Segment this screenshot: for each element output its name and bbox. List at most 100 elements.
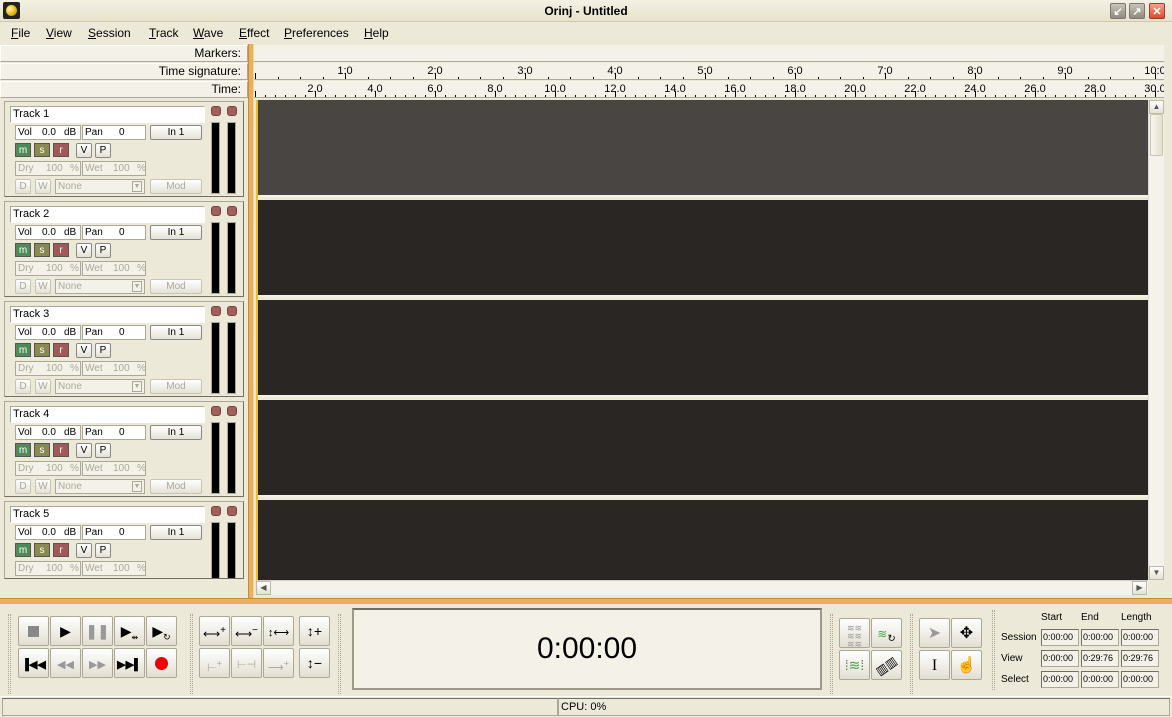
volume-field[interactable]: Vol 0.0 dB — [15, 125, 81, 140]
track-name-input[interactable]: Track 3 — [10, 306, 205, 323]
track-lane[interactable] — [256, 500, 1148, 580]
d-button[interactable]: D — [15, 479, 31, 494]
position-value-field[interactable]: 0:29:76 — [1081, 650, 1119, 667]
pan-field[interactable]: Pan 0 — [82, 325, 146, 340]
solo-button[interactable]: s — [34, 443, 50, 457]
zoom-out-vertical-button[interactable]: ↕− — [299, 648, 330, 678]
input-button[interactable]: In 1 — [150, 125, 202, 140]
track-name-input[interactable]: Track 5 — [10, 506, 205, 523]
effect-select[interactable]: None ▼ — [55, 179, 145, 194]
mod-button[interactable]: Mod — [150, 379, 202, 394]
pan-envelope-button[interactable]: P — [95, 543, 111, 558]
volume-field[interactable]: Vol 0.0 dB — [15, 425, 81, 440]
select-tool-button[interactable]: ➤ — [919, 618, 950, 648]
go-to-start-button[interactable]: ▐◀◀ — [18, 648, 49, 678]
zoom-full-button[interactable]: ↕⟷ — [263, 616, 294, 646]
solo-button[interactable]: s — [34, 143, 50, 157]
time-ruler[interactable]: 2.0 4.0 6.0 8.0 10.0 12.0 14.0 16.0 18.0 20.0 22.0… — [254, 81, 1164, 98]
track-lane[interactable] — [256, 300, 1148, 397]
minimize-button[interactable]: ↙ — [1110, 3, 1126, 19]
menu-track[interactable]: Track — [149, 26, 179, 40]
mute-button[interactable]: m — [15, 143, 31, 157]
d-button[interactable]: D — [15, 279, 31, 294]
solo-button[interactable]: s — [34, 243, 50, 257]
zoom-out-horizontal-button[interactable]: ⟷− — [231, 616, 262, 646]
wet-field[interactable]: Wet 100 % — [82, 461, 146, 476]
dry-field[interactable]: Dry 100 % — [15, 461, 81, 476]
wet-field[interactable]: Wet 100 % — [82, 361, 146, 376]
vertical-scrollbar[interactable]: ▲ ▼ — [1148, 100, 1164, 580]
play-selection-button[interactable]: ▶⇹ — [114, 616, 145, 646]
solo-button[interactable]: s — [34, 543, 50, 557]
maximize-button[interactable]: ↗ — [1129, 3, 1145, 19]
track-name-input[interactable]: Track 4 — [10, 406, 205, 423]
volume-field[interactable]: Vol 0.0 dB — [15, 325, 81, 340]
toolbar-grip[interactable] — [190, 614, 193, 694]
position-value-field[interactable]: 0:00:00 — [1041, 650, 1079, 667]
pan-envelope-button[interactable]: P — [95, 343, 111, 358]
volume-envelope-button[interactable]: V — [76, 243, 92, 258]
w-button[interactable]: W — [35, 379, 51, 394]
horizontal-scrollbar[interactable]: ◀ ▶ — [256, 580, 1148, 595]
zoom-to-selection-button[interactable]: ⊢⊣ — [231, 648, 262, 678]
move-tool-button[interactable]: ✥ — [951, 618, 982, 648]
d-button[interactable]: D — [15, 379, 31, 394]
mod-button[interactable]: Mod — [150, 179, 202, 194]
mute-button[interactable]: m — [15, 243, 31, 257]
input-button[interactable]: In 1 — [150, 425, 202, 440]
position-value-field[interactable]: 0:00:00 — [1121, 629, 1159, 646]
position-value-field[interactable]: 0:00:00 — [1081, 671, 1119, 688]
w-button[interactable]: W — [35, 479, 51, 494]
w-button[interactable]: W — [35, 179, 51, 194]
position-value-field[interactable]: 0:29:76 — [1121, 650, 1159, 667]
pan-field[interactable]: Pan 0 — [82, 425, 146, 440]
volume-envelope-button[interactable]: V — [76, 543, 92, 558]
scroll-right-button[interactable]: ▶ — [1132, 581, 1147, 595]
track-lane[interactable] — [256, 400, 1148, 497]
wet-field[interactable]: Wet 100 % — [82, 161, 146, 176]
position-value-field[interactable]: 0:00:00 — [1081, 629, 1119, 646]
toolbar-grip[interactable] — [338, 614, 341, 694]
menu-preferences[interactable]: Preferences — [284, 26, 349, 40]
close-button[interactable]: ✕ — [1149, 3, 1165, 19]
fast-forward-button[interactable]: ▶▶ — [82, 648, 113, 678]
volume-field[interactable]: Vol 0.0 dB — [15, 525, 81, 540]
stop-button[interactable] — [18, 616, 49, 646]
zoom-in-horizontal-button[interactable]: ⟷+ — [199, 616, 230, 646]
position-value-field[interactable]: 0:00:00 — [1041, 671, 1079, 688]
mod-button[interactable]: Mod — [150, 479, 202, 494]
scroll-left-button[interactable]: ◀ — [256, 581, 271, 595]
vertical-splitter[interactable] — [248, 44, 254, 600]
time-signature-ruler[interactable]: 1:0 2:0 3:0 4:0 5:0 6:0 7:0 8:0 9:0 10:0 — [254, 63, 1164, 80]
zoom-to-start-button[interactable]: ⊢+ — [199, 648, 230, 678]
effect-select[interactable]: None ▼ — [55, 379, 145, 394]
pan-envelope-button[interactable]: P — [95, 443, 111, 458]
record-arm-button[interactable]: r — [53, 343, 69, 357]
menu-view[interactable]: View — [46, 26, 72, 40]
track-name-input[interactable]: Track 2 — [10, 206, 205, 223]
volume-field[interactable]: Vol 0.0 dB — [15, 225, 81, 240]
pan-field[interactable]: Pan 0 — [82, 125, 146, 140]
pause-button[interactable]: ❚❚ — [82, 616, 113, 646]
w-button[interactable]: W — [35, 279, 51, 294]
mute-button[interactable]: m — [15, 343, 31, 357]
loop-play-button[interactable]: ▶↻ — [146, 616, 177, 646]
track-name-input[interactable]: Track 1 — [10, 106, 205, 123]
scroll-down-button[interactable]: ▼ — [1149, 566, 1164, 580]
menu-help[interactable]: Help — [364, 26, 389, 40]
pan-envelope-button[interactable]: P — [95, 243, 111, 258]
toolbar-grip[interactable] — [8, 614, 11, 694]
volume-envelope-button[interactable]: V — [76, 443, 92, 458]
mute-button[interactable]: m — [15, 443, 31, 457]
zoom-to-end-button[interactable]: ⟶+ — [263, 648, 294, 678]
go-to-end-button[interactable]: ▶▶▌ — [114, 648, 145, 678]
record-arm-button[interactable]: r — [53, 143, 69, 157]
dry-field[interactable]: Dry 100 % — [15, 161, 81, 176]
position-value-field[interactable]: 0:00:00 — [1041, 629, 1079, 646]
multitrack-view-button[interactable]: ≋≋ ≋≋ ≋≋ — [839, 618, 870, 649]
mod-button[interactable]: Mod — [150, 279, 202, 294]
menu-effect[interactable]: Effect — [239, 26, 269, 40]
position-value-field[interactable]: 0:00:00 — [1121, 671, 1159, 688]
dry-field[interactable]: Dry 100 % — [15, 261, 81, 276]
mute-button[interactable]: m — [15, 543, 31, 557]
